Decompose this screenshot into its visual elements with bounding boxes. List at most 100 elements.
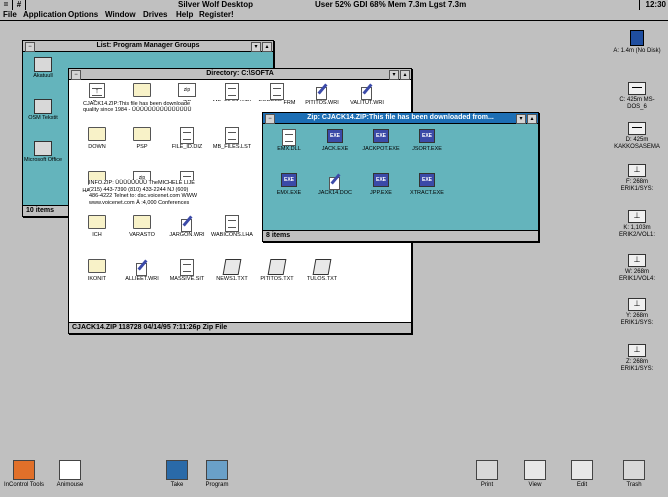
- drive-c-button[interactable]: C: 425m MS-DOS_6: [612, 82, 662, 111]
- zip-item-label: JACK.EXE: [321, 146, 349, 152]
- directory-item[interactable]: NEWS1.TXT: [208, 259, 256, 282]
- drive-k-button[interactable]: ⊥ K: 1,103m ERIK2/VOL1:: [612, 210, 662, 239]
- directory-item[interactable]: DOWN: [73, 127, 121, 150]
- directory-item-label: TULOS.TXT: [306, 276, 338, 282]
- exe-icon: EXE: [372, 173, 390, 189]
- tool-view-button[interactable]: View: [513, 460, 557, 489]
- directory-item[interactable]: TULOS.TXT: [298, 259, 346, 282]
- minimize-button[interactable]: ▾: [516, 114, 526, 124]
- grid-icon[interactable]: #: [13, 0, 26, 10]
- minimize-button[interactable]: ▾: [389, 70, 399, 80]
- exe-icon: EXE: [372, 129, 390, 145]
- drive-y-button[interactable]: ⊥ Y: 268m ERIK1/SYS:: [612, 298, 662, 327]
- drive-label: W: 268m ERIK1/VOL4:: [618, 269, 656, 282]
- printer-icon: [476, 460, 498, 480]
- maximize-button[interactable]: ▴: [400, 70, 410, 80]
- group-akatuull[interactable]: Akatuull: [23, 57, 63, 79]
- group-osm-tekstit[interactable]: OSM Tekstit: [23, 99, 63, 121]
- directory-item[interactable]: [118, 83, 166, 100]
- drive-label: A: 1.4m (No Disk): [613, 48, 661, 54]
- menu-register[interactable]: Register!: [199, 10, 234, 20]
- tool-trash-button[interactable]: Trash: [612, 460, 656, 489]
- drive-f-button[interactable]: ⊥ F: 268m ERIK1/SYS:: [612, 164, 662, 193]
- window-menu-button[interactable]: −: [25, 42, 35, 52]
- zip-item-label: EMX.EXE: [276, 190, 302, 196]
- folder-icon: [88, 215, 106, 231]
- directory-item[interactable]: ALLIEET.WRI: [118, 259, 166, 282]
- directory-item-label: MASSIVE.SIT: [169, 276, 205, 282]
- zip-item-label: JACKPOT.EXE: [362, 146, 400, 152]
- zip-item[interactable]: EXE JPP.EXE: [357, 173, 405, 196]
- directory-status: CJACK14.ZIP 118728 04/14/95 7:11:26p Zip…: [69, 322, 411, 333]
- menu-application[interactable]: Application: [23, 10, 67, 20]
- tool-take-button[interactable]: Take: [155, 460, 199, 489]
- zip-item[interactable]: EXE EMX.EXE: [265, 173, 313, 196]
- directory-title[interactable]: Directory: C:\SOFTA: [69, 69, 411, 80]
- window-menu-button[interactable]: −: [71, 70, 81, 80]
- menu-file[interactable]: File: [3, 10, 17, 20]
- directory-item[interactable]: MB_FILES.LST: [208, 127, 256, 150]
- zip-item[interactable]: EXE XTRACT.EXE: [403, 173, 451, 196]
- directory-item[interactable]: MASSIVE.SIT: [163, 259, 211, 282]
- tool-label: Trash: [626, 482, 642, 488]
- menu-help[interactable]: Help: [176, 10, 193, 20]
- zip-item[interactable]: EXE JACK.EXE: [311, 129, 359, 152]
- directory-item[interactable]: ICH: [73, 215, 121, 238]
- system-menu-button[interactable]: =: [0, 0, 13, 10]
- drive-label: K: 1,103m ERIK2/VOL1:: [618, 225, 656, 238]
- directory-item-label: JARGON.WRI: [169, 232, 205, 238]
- menu-window[interactable]: Window: [105, 10, 136, 20]
- drive-label: Y: 268m ERIK1/SYS:: [620, 313, 654, 326]
- zip-item[interactable]: JACK14.DOC: [311, 173, 359, 196]
- drive-d-button[interactable]: D: 425m KAKKOSASEMA: [612, 122, 662, 151]
- directory-item-label: VARASTO: [129, 232, 155, 238]
- program-group-icon: [34, 141, 52, 156]
- tool-program-button[interactable]: Program: [195, 460, 239, 489]
- drive-a-button[interactable]: A: 1.4m (No Disk): [612, 30, 662, 55]
- tool-print-button[interactable]: Print: [465, 460, 509, 489]
- directory-item-label: DOWN: [88, 144, 106, 150]
- menu-drives[interactable]: Drives: [143, 10, 167, 20]
- directory-item[interactable]: FILE_ID.DIZ: [163, 127, 211, 150]
- directory-item[interactable]: IKONIT: [73, 259, 121, 282]
- write-document-icon: [326, 173, 344, 190]
- drive-z-button[interactable]: ⊥ Z: 268m ERIK1/SYS:: [612, 344, 662, 373]
- directory-item[interactable]: PITITOS.TXT: [253, 259, 301, 282]
- document-icon: [178, 127, 196, 144]
- directory-item[interactable]: JARGON.WRI: [163, 215, 211, 238]
- group-microsoft-office[interactable]: Microsoft Office: [23, 141, 63, 163]
- maximize-button[interactable]: ▴: [262, 42, 272, 52]
- directory-item-label: MB_FILES.LST: [212, 144, 252, 150]
- tool-label: View: [528, 482, 542, 488]
- drive-label: Z: 268m ERIK1/SYS:: [620, 359, 654, 372]
- directory-item[interactable]: VARASTO: [118, 215, 166, 238]
- zip-title[interactable]: Zip: CJACK14.ZIP:This file has been down…: [263, 113, 538, 124]
- directory-item[interactable]: VALITUT.WRI: [343, 83, 391, 106]
- program-manager-title[interactable]: List: Program Manager Groups: [23, 41, 273, 52]
- directory-item[interactable]: PITITOS.WRI: [298, 83, 346, 106]
- floppy-icon: [630, 30, 644, 46]
- document-icon: [178, 259, 196, 276]
- directory-item[interactable]: PSP: [118, 127, 166, 150]
- info-zip-tooltip: INFO.ZIP: ÜÜÜÜÜÜÜÜ TheMICHELE LIJE (215)…: [89, 180, 259, 206]
- tool-edit-button[interactable]: Edit: [560, 460, 604, 489]
- tool-animouse-button[interactable]: Animouse: [48, 460, 92, 489]
- notepad-icon: [267, 259, 287, 275]
- drive-w-button[interactable]: ⊥ W: 268m ERIK1/VOL4:: [612, 254, 662, 283]
- zip-item[interactable]: EXE JSORT.EXE: [403, 129, 451, 152]
- window-menu-button[interactable]: −: [265, 114, 275, 124]
- zip-item[interactable]: EMX.DLL: [265, 129, 313, 152]
- menu-bar: File Application Options Window Drives H…: [0, 10, 668, 21]
- zip-item-label: XTRACT.EXE: [410, 190, 444, 196]
- drive-label: C: 425m MS-DOS_6: [619, 97, 655, 110]
- maximize-button[interactable]: ▴: [527, 114, 537, 124]
- directory-item[interactable]: WABICONS.LHA: [208, 215, 256, 238]
- tool-incontrol-tools-button[interactable]: InControl Tools: [2, 460, 46, 489]
- zip-item[interactable]: EXE JACKPOT.EXE: [357, 129, 405, 152]
- program-icon: [206, 460, 228, 480]
- folder-icon: [88, 259, 106, 275]
- menu-options[interactable]: Options: [68, 10, 98, 20]
- directory-item-label: VALITUT.WRI: [350, 100, 384, 106]
- minimize-button[interactable]: ▾: [251, 42, 261, 52]
- drive-label: F: 268m ERIK1/SYS:: [620, 179, 654, 192]
